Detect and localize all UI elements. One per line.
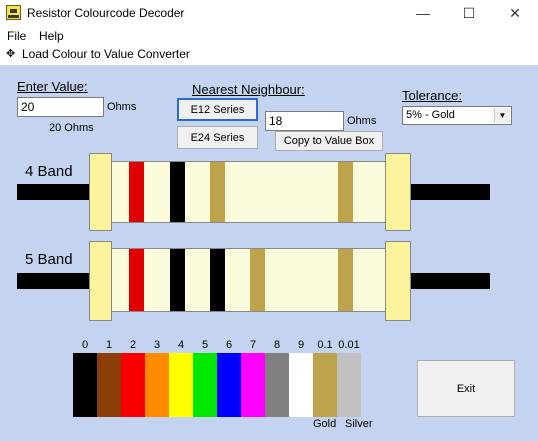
window-title: Resistor Colourcode Decoder [27,6,185,20]
colour-swatch-10[interactable] [313,353,337,417]
close-button[interactable]: ✕ [492,0,538,27]
menu-bar: File Help [0,27,538,45]
palette-number-11: 0.01 [338,339,360,351]
maximize-button[interactable]: ☐ [446,0,492,27]
e12-series-button[interactable]: E12 Series [177,98,258,121]
palette-number-4: 4 [177,339,185,351]
palette-number-0: 0 [81,339,89,351]
tolerance-selected: 5% - Gold [406,109,455,121]
colour-swatch-8[interactable] [265,353,289,417]
palette-number-8: 8 [273,339,281,351]
colour-swatch-6[interactable] [217,353,241,417]
gold-label: Gold [313,418,337,430]
load-converter-link[interactable]: Load Colour to Value Converter [22,47,190,61]
title-bar: Resistor Colourcode Decoder — ☐ ✕ [0,0,538,28]
four-band-stripe-4 [338,162,353,222]
colour-swatch-0[interactable] [73,353,97,417]
palette-number-2: 2 [129,339,137,351]
nearest-unit-label: Ohms [347,115,377,127]
nearest-neighbour-label: Nearest Neighbour: [192,82,305,97]
four-band-right-lead [411,184,490,200]
five-band-left-cap [89,241,112,321]
silver-label: Silver [345,418,373,430]
tolerance-label: Tolerance: [402,88,462,103]
chevron-down-icon[interactable]: ▼ [494,108,510,123]
five-band-stripe-3 [210,249,225,311]
five-band-stripe-2 [170,249,185,311]
value-unit-label: Ohms [107,101,137,113]
value-display: 20 Ohms [49,122,94,134]
value-input[interactable] [17,97,104,117]
four-band-right-cap [385,153,411,231]
enter-value-label: Enter Value: [17,79,88,94]
five-band-right-cap [385,241,411,321]
five-band-right-lead [411,273,490,289]
move-icon: ✥ [6,48,16,60]
colour-swatch-3[interactable] [145,353,169,417]
colour-swatch-11[interactable] [337,353,361,417]
nearest-value-field[interactable] [265,111,344,131]
four-band-resistor-body [110,161,386,223]
five-band-left-lead [17,273,90,289]
e24-series-button[interactable]: E24 Series [177,126,258,149]
minimize-button[interactable]: — [400,0,446,27]
tolerance-select[interactable]: 5% - Gold ▼ [402,106,512,125]
menu-file[interactable]: File [7,29,26,43]
five-band-resistor-body [110,248,386,312]
palette-number-5: 5 [201,339,209,351]
palette-number-10: 0.1 [317,339,333,351]
palette-number-9: 9 [297,339,305,351]
colour-swatch-2[interactable] [121,353,145,417]
palette-number-3: 3 [153,339,161,351]
five-band-stripe-1 [129,249,144,311]
copy-to-value-box-button[interactable]: Copy to Value Box [275,131,383,151]
four-band-stripe-3 [210,162,225,222]
colour-swatch-7[interactable] [241,353,265,417]
palette-numbers: 0 1 2 3 4 5 6 7 8 9 0.1 0.01 [73,339,363,353]
four-band-left-lead [17,184,90,200]
main-panel: Enter Value: Ohms 20 Ohms Nearest Neighb… [0,66,538,441]
colour-swatch-4[interactable] [169,353,193,417]
exit-button[interactable]: Exit [417,360,515,417]
four-band-left-cap [89,153,112,231]
five-band-stripe-4 [250,249,265,311]
five-band-stripe-5 [338,249,353,311]
four-band-stripe-2 [170,162,185,222]
colour-swatch-5[interactable] [193,353,217,417]
palette-number-1: 1 [105,339,113,351]
palette-number-7: 7 [249,339,257,351]
menu-help[interactable]: Help [39,29,64,43]
colour-swatch-1[interactable] [97,353,121,417]
four-band-label: 4 Band [25,163,73,180]
five-band-label: 5 Band [25,251,73,268]
four-band-stripe-1 [129,162,144,222]
colour-palette [73,353,363,417]
toolbar: ✥ Load Colour to Value Converter [0,45,538,66]
colour-swatch-9[interactable] [289,353,313,417]
palette-number-6: 6 [225,339,233,351]
app-icon [6,5,21,20]
